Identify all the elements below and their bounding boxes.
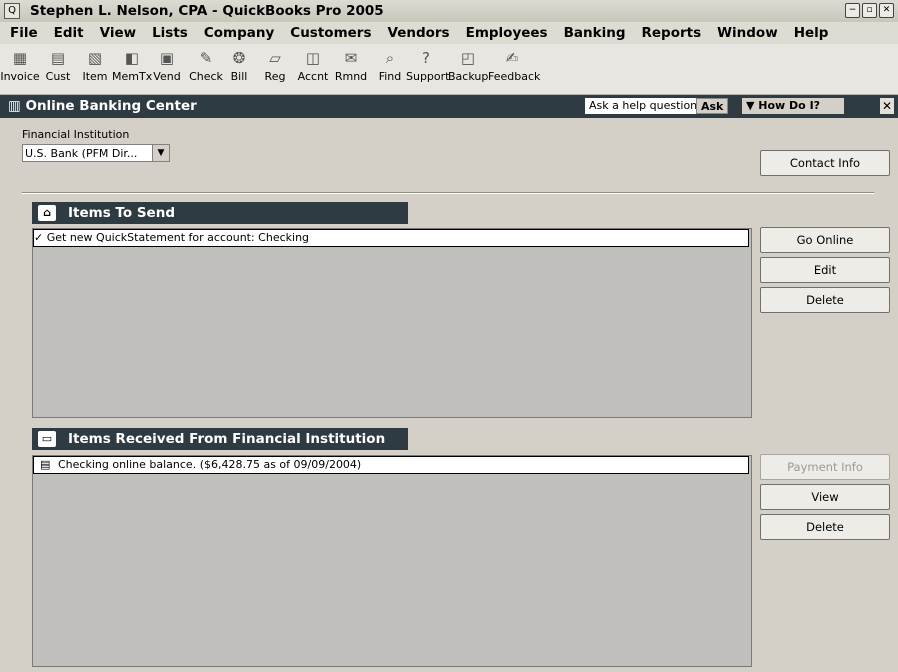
payment-info-button[interactable]: Payment Info <box>760 454 890 480</box>
toolbar-feedback-button[interactable]: ✍ Feedback <box>488 48 540 83</box>
delete-send-button[interactable]: Delete <box>760 287 890 313</box>
list-item-text: Checking online balance. ($6,428.75 as o… <box>58 458 362 471</box>
items-received-list: ▤ Checking online balance. ($6,428.75 as… <box>32 455 752 667</box>
minimize-icon[interactable]: − <box>845 3 860 18</box>
menu-edit[interactable]: Edit <box>46 25 92 41</box>
outbox-icon: ⌂ <box>38 205 56 221</box>
menu-reports[interactable]: Reports <box>634 25 710 41</box>
items-to-send-header: ⌂ Items To Send <box>32 202 408 224</box>
items-received-header: ▭ Items Received From Financial Institut… <box>32 428 408 450</box>
menu-help[interactable]: Help <box>786 25 837 41</box>
toolbar-cust-button[interactable]: ▤ Cust <box>38 48 78 83</box>
help-question-input[interactable]: Ask a help question <box>585 98 702 114</box>
bill-icon: ❂ <box>232 49 246 67</box>
list-item[interactable]: ▤ Checking online balance. ($6,428.75 as… <box>33 456 749 474</box>
toolbar-invoice-button[interactable]: ▦ Invoice <box>0 48 40 83</box>
check-icon: ✎ <box>199 49 213 67</box>
find-icon: ⌕ <box>385 49 395 67</box>
toolbar-reg-button[interactable]: ▱ Reg <box>255 48 295 83</box>
contact-info-button[interactable]: Contact Info <box>760 150 890 176</box>
toolbar-accnt-button[interactable]: ◫ Accnt <box>293 48 333 83</box>
close-window-icon[interactable]: ✕ <box>879 3 894 18</box>
list-item-text: Get new QuickStatement for account: Chec… <box>46 231 310 244</box>
check-mark-icon: ✓ <box>34 231 44 244</box>
items-to-send-title: Items To Send <box>68 205 175 221</box>
toolbar-vend-button[interactable]: ▣ Vend <box>147 48 187 83</box>
backup-icon: ◰ <box>460 49 476 67</box>
document-icon: ▤ <box>40 458 51 471</box>
menu-file[interactable]: File <box>0 25 46 41</box>
feedback-icon: ✍ <box>505 49 519 67</box>
delete-received-button[interactable]: Delete <box>760 514 890 540</box>
financial-institution-label: Financial Institution <box>22 128 130 141</box>
toolbar-rmnd-button[interactable]: ✉ Rmnd <box>331 48 371 83</box>
dropdown-triangle-icon: ▼ <box>746 99 759 112</box>
inbox-icon: ▭ <box>38 431 56 447</box>
vendor-icon: ▣ <box>159 49 175 67</box>
toolbar-bill-button[interactable]: ❂ Bill <box>219 48 259 83</box>
banking-center-content: Financial Institution U.S. Bank (PFM Dir… <box>8 118 898 672</box>
bank-icon: ▥ <box>8 98 26 114</box>
items-received-title: Items Received From Financial Institutio… <box>68 431 386 447</box>
menu-lists[interactable]: Lists <box>144 25 196 41</box>
center-title: ▥ Online Banking Center <box>8 98 197 114</box>
menu-window[interactable]: Window <box>709 25 786 41</box>
menu-customers[interactable]: Customers <box>282 25 379 41</box>
ask-button[interactable]: Ask <box>696 98 729 114</box>
menu-bar: File Edit View Lists Company Customers V… <box>0 22 898 44</box>
menu-vendors[interactable]: Vendors <box>379 25 457 41</box>
menu-view[interactable]: View <box>92 25 144 41</box>
online-banking-center-bar: ▥ Online Banking Center Ask a help quest… <box>0 95 898 118</box>
go-online-button[interactable]: Go Online <box>760 227 890 253</box>
view-button[interactable]: View <box>760 484 890 510</box>
chevron-down-icon[interactable]: ▼ <box>152 145 169 161</box>
window-title: Stephen L. Nelson, CPA - QuickBooks Pro … <box>30 3 384 19</box>
divider <box>22 192 874 194</box>
toolbar-support-button[interactable]: ? Support <box>406 48 449 83</box>
title-bar: Q Stephen L. Nelson, CPA - QuickBooks Pr… <box>0 0 898 23</box>
list-item[interactable]: ✓ Get new QuickStatement for account: Ch… <box>33 229 749 247</box>
memorized-transactions-icon: ◧ <box>124 49 140 67</box>
reminders-icon: ✉ <box>344 49 358 67</box>
menu-employees[interactable]: Employees <box>458 25 556 41</box>
window-controls: − ▫ ✕ <box>845 3 894 18</box>
toolbar-find-button[interactable]: ⌕ Find <box>370 48 410 83</box>
items-to-send-list: ✓ Get new QuickStatement for account: Ch… <box>32 228 752 418</box>
customer-icon: ▤ <box>50 49 66 67</box>
item-icon: ▧ <box>87 49 103 67</box>
toolbar-memtx-button[interactable]: ◧ MemTx <box>112 48 152 83</box>
close-center-icon[interactable]: ✕ <box>880 98 894 114</box>
financial-institution-value: U.S. Bank (PFM Dir... <box>25 147 138 160</box>
app-icon[interactable]: Q <box>4 3 20 19</box>
support-icon: ? <box>422 49 430 67</box>
accounts-icon: ◫ <box>305 49 321 67</box>
invoice-icon: ▦ <box>12 49 28 67</box>
financial-institution-select[interactable]: U.S. Bank (PFM Dir... ▼ <box>22 144 170 162</box>
menu-banking[interactable]: Banking <box>556 25 634 41</box>
how-do-i-button[interactable]: ▼ How Do I? <box>742 98 844 114</box>
register-icon: ▱ <box>269 49 281 67</box>
restore-icon[interactable]: ▫ <box>862 3 877 18</box>
edit-button[interactable]: Edit <box>760 257 890 283</box>
menu-company[interactable]: Company <box>196 25 282 41</box>
icon-toolbar: ▦ Invoice ▤ Cust ▧ Item ◧ MemTx ▣ Vend ✎ Check… <box>0 44 898 95</box>
toolbar-item-button[interactable]: ▧ Item <box>75 48 115 83</box>
toolbar-backup-button[interactable]: ◰ Backup <box>448 48 488 83</box>
